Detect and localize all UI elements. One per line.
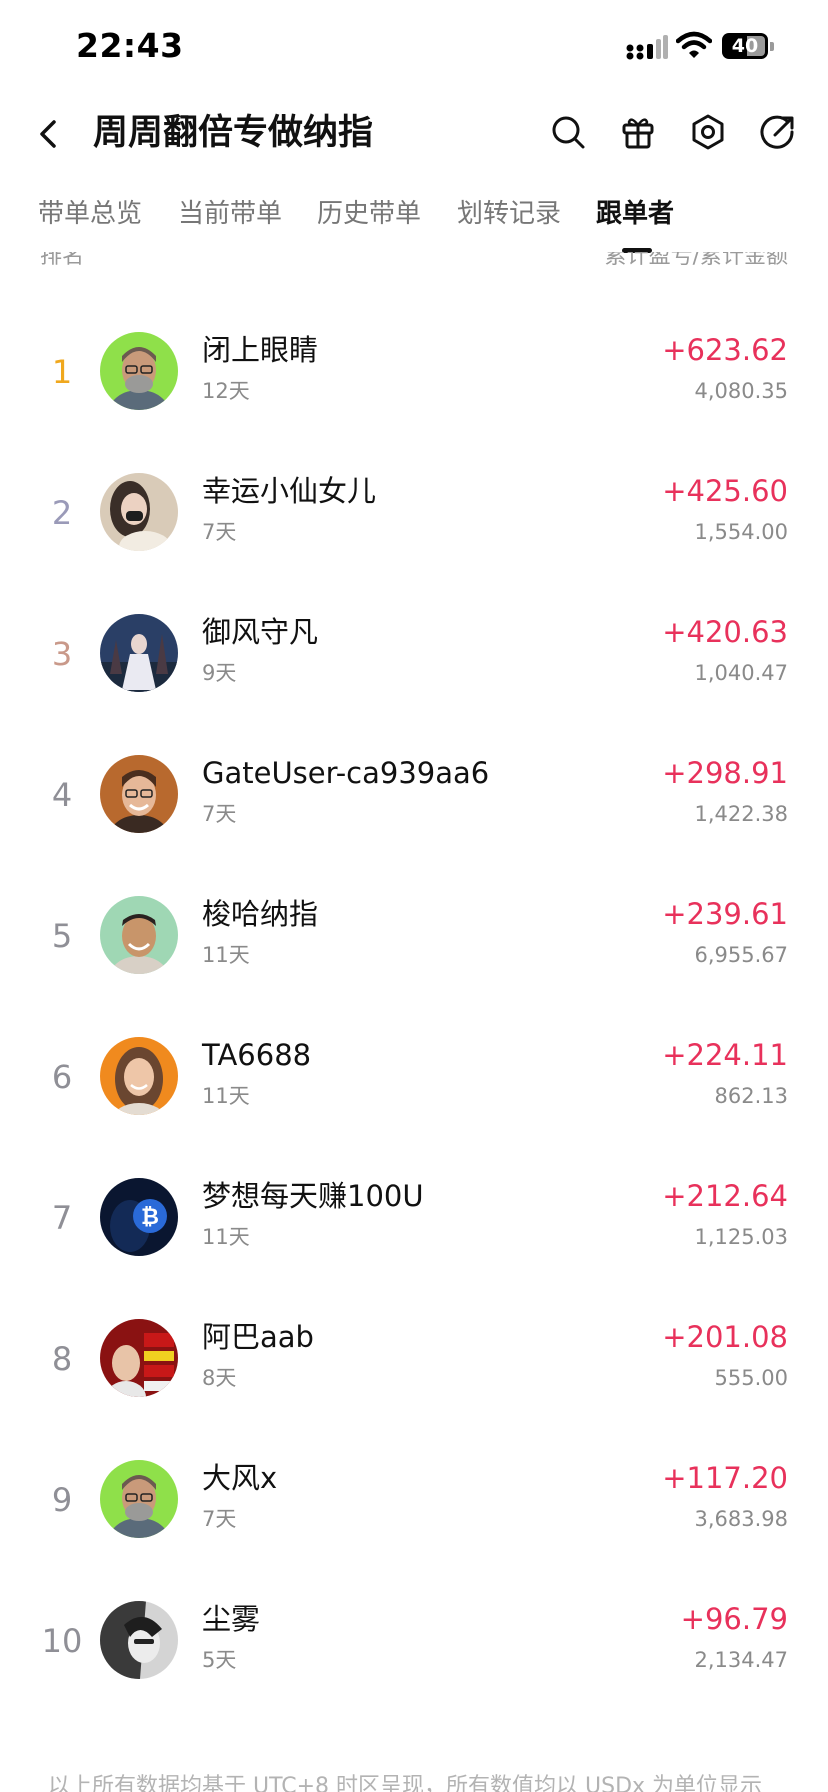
follower-name: 大风x [202,1461,278,1495]
page-title: 周周翻倍专做纳指 [93,113,374,153]
cumulative-pnl: +623.62 [662,333,788,367]
cumulative-pnl: +212.64 [662,1179,788,1213]
avatar: ₿ [100,1178,178,1256]
cumulative-pnl: +425.60 [662,474,788,508]
avatar [100,614,178,692]
follow-days: 8天 [202,1366,237,1390]
follow-days: 11天 [202,1225,250,1249]
tab-followers[interactable]: 跟单者 [596,194,674,234]
follower-name: TA6688 [202,1038,312,1072]
wifi-icon [676,31,712,58]
follower-name: 幸运小仙女儿 [202,474,377,508]
cumulative-pnl: +201.08 [662,1320,788,1354]
follower-name: 御风守凡 [202,615,319,649]
avatar [100,1319,178,1397]
battery-level: 40 [731,35,759,57]
follower-name: 梭哈纳指 [202,897,319,931]
nav-bar: 周周翻倍专做纳指 [0,96,828,176]
cumulative-amount: 1,554.00 [694,520,788,544]
footer-note-text: 以上所有数据均基于 UTC+8 时区呈现，所有数值均以 USDx 为单位显示 [48,1774,763,1792]
cumulative-pnl: +96.79 [680,1602,788,1636]
list-item[interactable]: 1 闭上眼睛 12天 +623.62 4,080.35 [0,300,828,441]
follower-name: 尘雾 [202,1602,261,1636]
list-item[interactable]: 8 阿巴aab 8天 +201.08 555.00 [0,1287,828,1428]
follow-days: 11天 [202,1084,250,1108]
follower-name: 闭上眼睛 [202,333,319,367]
tab-transfers[interactable]: 划转记录 [457,194,561,234]
avatar [100,1601,178,1679]
list-item[interactable]: 6 TA6688 11天 +224.11 862.13 [0,1005,828,1146]
share-icon[interactable] [758,112,798,152]
list-item[interactable]: 2 幸运小仙女儿 7天 +425.60 1,554.00 [0,441,828,582]
status-bar: 22:43 40 [0,0,828,96]
pnl-column-header: 累计盈亏/累计金额 [604,252,788,269]
avatar [100,755,178,833]
list-header: 排名 累计盈亏/累计金额 [0,252,828,278]
rank-number: 6 [51,1058,73,1096]
cumulative-amount: 4,080.35 [694,379,788,403]
cumulative-pnl: +239.61 [662,897,788,931]
signal-icon [626,35,668,60]
follower-name: GateUser-ca939aa6 [202,756,490,790]
follow-days: 12天 [202,379,250,403]
avatar [100,896,178,974]
cumulative-amount: 6,955.67 [694,943,788,967]
list-item[interactable]: 3 御风守凡 9天 +420.63 1,040.47 [0,582,828,723]
search-icon[interactable] [548,112,588,152]
gift-icon[interactable] [618,112,658,152]
cumulative-amount: 1,422.38 [694,802,788,826]
cumulative-pnl: +117.20 [662,1461,788,1495]
rank-number: 5 [51,917,73,955]
tab-bar: 带单总览 当前带单 历史带单 划转记录 跟单者 [0,186,828,258]
rank-number: 8 [51,1340,73,1378]
list-item[interactable]: 10 尘雾 5天 +96.79 2,134.47 [0,1569,828,1710]
rank-column-header: 排名 [40,252,85,269]
list-item[interactable]: 9 大风x 7天 +117.20 3,683.98 [0,1428,828,1569]
avatar [100,332,178,410]
list-item[interactable]: 4 GateUser-ca939aa6 7天 +298.91 1,422.38 [0,723,828,864]
list-item[interactable]: 5 梭哈纳指 11天 +239.61 6,955.67 [0,864,828,1005]
avatar [100,1460,178,1538]
rank-number: 1 [51,353,73,391]
cumulative-amount: 555.00 [714,1366,788,1390]
rank-number: 10 [41,1622,83,1660]
footer-note: 以上所有数据均基于 UTC+8 时区呈现，所有数值均以 USDx 为单位显示 [0,1770,828,1792]
battery-icon: 40 [722,33,774,59]
cumulative-amount: 862.13 [714,1084,788,1108]
rank-number: 3 [51,635,73,673]
tab-current[interactable]: 当前带单 [178,194,282,234]
list-item[interactable]: 7 ₿ 梦想每天赚100U 11天 +212.64 1,125.03 [0,1146,828,1287]
cumulative-amount: 1,125.03 [694,1225,788,1249]
follower-name: 阿巴aab [202,1320,314,1354]
follower-name: 梦想每天赚100U [202,1179,424,1213]
tab-history[interactable]: 历史带单 [317,194,421,234]
tab-overview[interactable]: 带单总览 [38,194,142,234]
rank-number: 2 [51,494,73,532]
back-icon[interactable] [30,114,70,154]
cumulative-pnl: +224.11 [662,1038,788,1072]
avatar [100,1037,178,1115]
follow-days: 7天 [202,802,237,826]
avatar [100,473,178,551]
rank-number: 4 [51,776,73,814]
cumulative-amount: 3,683.98 [694,1507,788,1531]
rank-number: 7 [51,1199,73,1237]
rank-number: 9 [51,1481,73,1519]
follow-days: 5天 [202,1648,237,1672]
cumulative-amount: 2,134.47 [694,1648,788,1672]
cumulative-pnl: +298.91 [662,756,788,790]
follow-days: 9天 [202,661,237,685]
cumulative-pnl: +420.63 [662,615,788,649]
follow-days: 7天 [202,520,237,544]
status-time: 22:43 [76,26,184,65]
follow-days: 11天 [202,943,250,967]
settings-icon[interactable] [688,112,728,152]
svg-text:₿: ₿ [141,1205,159,1230]
follow-days: 7天 [202,1507,237,1531]
cumulative-amount: 1,040.47 [694,661,788,685]
